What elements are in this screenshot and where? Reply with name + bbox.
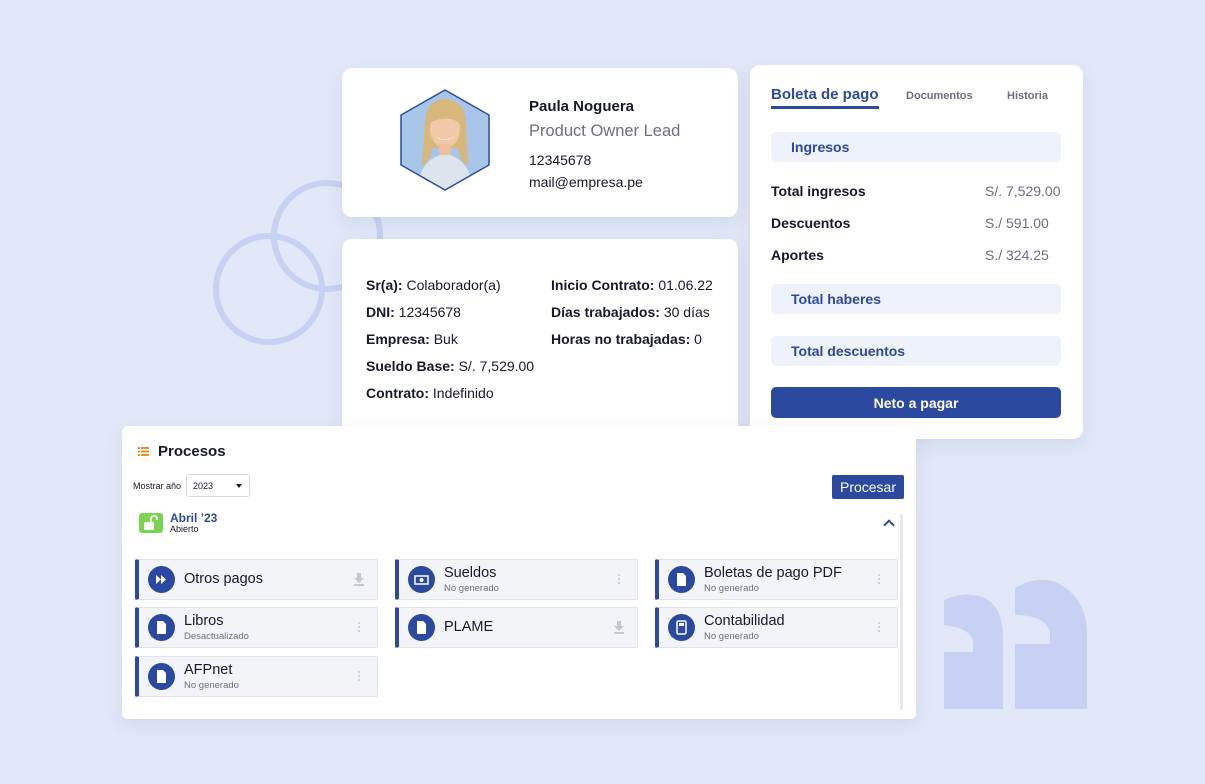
detail-row: DNI: 12345678: [366, 304, 461, 320]
process-name: AFPnet: [184, 662, 233, 678]
process-name: Otros pagos: [184, 571, 263, 587]
document-icon: [408, 614, 435, 641]
more-icon[interactable]: [613, 572, 625, 586]
profile-name: Paula Noguera: [529, 98, 635, 115]
descuentos-label: Descuentos: [771, 215, 851, 231]
process-item-boletas-pdf[interactable]: Boletas de pago PDF No generado: [655, 559, 898, 600]
tab-boleta-de-pago[interactable]: Boleta de pago: [771, 86, 879, 109]
process-item-libros[interactable]: Libros Desactualizado: [135, 607, 378, 648]
process-item-contabilidad[interactable]: Contabilidad No generado: [655, 607, 898, 648]
procesos-title: Procesos: [158, 443, 226, 460]
detail-row: Sueldo Base: S/. 7,529.00: [366, 358, 535, 374]
detail-row: Contrato: Indefinido: [366, 385, 494, 401]
tab-historia[interactable]: Historia: [1007, 90, 1048, 102]
period-title: Abril ’23: [170, 511, 218, 525]
quote-icon: [944, 579, 1087, 709]
detail-row: Empresa: Buk: [366, 331, 458, 347]
year-select-value: 2023: [193, 481, 214, 491]
unlock-icon: [139, 513, 163, 533]
descuentos-value: S./ 591.00: [985, 215, 1049, 231]
process-name: Boletas de pago PDF: [704, 565, 842, 581]
detail-row: Sr(a): Colaborador(a): [366, 277, 501, 293]
scrollbar[interactable]: [900, 514, 903, 710]
more-icon[interactable]: [873, 620, 885, 634]
procesar-button[interactable]: Procesar: [832, 475, 904, 499]
process-status: No generado: [444, 583, 499, 594]
profile-email: mail@empresa.pe: [529, 174, 643, 190]
fast-forward-icon: [148, 566, 175, 593]
total-descuentos-section[interactable]: Total descuentos: [771, 336, 1061, 366]
detail-row: Días trabajados: 30 días: [551, 304, 710, 320]
process-status: Desactualizado: [184, 631, 249, 642]
document-icon: [148, 663, 175, 690]
more-icon[interactable]: [353, 669, 365, 683]
more-icon[interactable]: [873, 572, 885, 586]
year-select[interactable]: 2023: [186, 474, 250, 497]
total-ingresos-value: S/. 7,529.00: [985, 183, 1061, 199]
aportes-label: Aportes: [771, 247, 824, 263]
money-icon: [408, 566, 435, 593]
detail-row: Inicio Contrato: 01.06.22: [551, 277, 713, 293]
chevron-up-icon[interactable]: [883, 519, 895, 531]
process-name: Libros: [184, 613, 224, 629]
process-item-afpnet[interactable]: AFPnet No generado: [135, 656, 378, 697]
document-icon: [148, 614, 175, 641]
process-name: PLAME: [444, 619, 494, 635]
list-icon: [138, 447, 149, 456]
document-icon: [668, 566, 695, 593]
neto-a-pagar-button[interactable]: Neto a pagar: [771, 387, 1061, 418]
profile-card: Paula Noguera Product Owner Lead 1234567…: [342, 68, 738, 217]
download-icon[interactable]: [613, 620, 625, 634]
profile-id: 12345678: [529, 152, 592, 168]
process-item-sueldos[interactable]: Sueldos No generado: [395, 559, 638, 600]
calculator-icon: [668, 614, 695, 641]
detail-row: Horas no trabajadas: 0: [551, 331, 702, 347]
year-label: Mostrar año: [133, 481, 182, 491]
period-status: Abierto: [170, 524, 199, 534]
process-item-otros-pagos[interactable]: Otros pagos: [135, 559, 378, 600]
profile-role: Product Owner Lead: [529, 122, 681, 140]
process-status: No generado: [184, 680, 239, 691]
procesos-panel: Procesos Mostrar año 2023 Procesar Abril…: [122, 426, 916, 719]
process-name: Sueldos: [444, 565, 497, 581]
ingresos-section[interactable]: Ingresos: [771, 132, 1061, 162]
chevron-down-icon: [236, 484, 242, 488]
total-haberes-section[interactable]: Total haberes: [771, 284, 1061, 314]
download-icon[interactable]: [353, 572, 365, 586]
more-icon[interactable]: [353, 620, 365, 634]
process-item-plame[interactable]: PLAME: [395, 607, 638, 648]
tab-documentos[interactable]: Documentos: [906, 90, 973, 102]
total-ingresos-label: Total ingresos: [771, 183, 866, 199]
employee-details-card: Sr(a): Colaborador(a) DNI: 12345678 Empr…: [342, 239, 738, 436]
process-name: Contabilidad: [704, 613, 785, 629]
payslip-card: Boleta de pago Documentos Historia Ingre…: [750, 65, 1083, 439]
process-status: No generado: [704, 583, 759, 594]
avatar: [398, 88, 492, 192]
process-status: No generado: [704, 631, 759, 642]
aportes-value: S./ 324.25: [985, 247, 1049, 263]
